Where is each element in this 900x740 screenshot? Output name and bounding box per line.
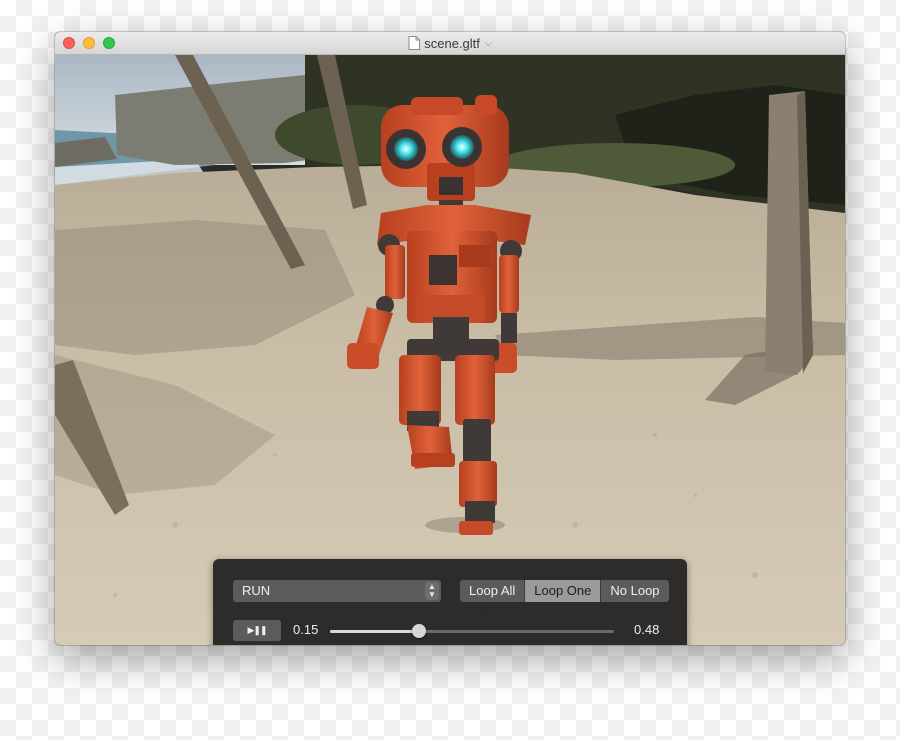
- timeline-slider-fill: [330, 630, 419, 633]
- loop-mode-segmented-control: Loop All Loop One No Loop: [460, 580, 669, 602]
- scene-viewport[interactable]: RUN ▲ ▼ Loop All Loop One No Loop ▶❚❚ 0.1…: [55, 55, 845, 645]
- app-window: scene.gltf ⌵ RUN ▲ ▼ Loop All Loop One N…: [55, 32, 845, 645]
- chevron-down-icon: ⌵: [484, 37, 492, 48]
- loop-all-button[interactable]: Loop All: [460, 580, 526, 602]
- current-time-label: 0.15: [293, 622, 319, 637]
- play-pause-button[interactable]: ▶❚❚: [233, 620, 281, 641]
- window-title: scene.gltf: [424, 35, 480, 51]
- total-time-label: 0.48: [634, 622, 660, 637]
- document-icon: [408, 36, 421, 50]
- animation-select-value: RUN: [242, 583, 271, 598]
- up-down-arrows-icon: ▲ ▼: [425, 582, 439, 600]
- animation-control-panel: RUN ▲ ▼ Loop All Loop One No Loop ▶❚❚ 0.1…: [213, 559, 687, 645]
- scene-render: [55, 55, 845, 645]
- loop-one-button[interactable]: Loop One: [525, 580, 602, 602]
- animation-select[interactable]: RUN ▲ ▼: [233, 580, 441, 602]
- timeline-slider[interactable]: [330, 624, 614, 638]
- window-title-area[interactable]: scene.gltf ⌵: [55, 32, 845, 54]
- no-loop-button[interactable]: No Loop: [601, 580, 669, 602]
- play-pause-icon: ▶❚❚: [247, 625, 267, 635]
- title-bar: scene.gltf ⌵: [55, 32, 845, 55]
- timeline-slider-knob[interactable]: [411, 624, 426, 638]
